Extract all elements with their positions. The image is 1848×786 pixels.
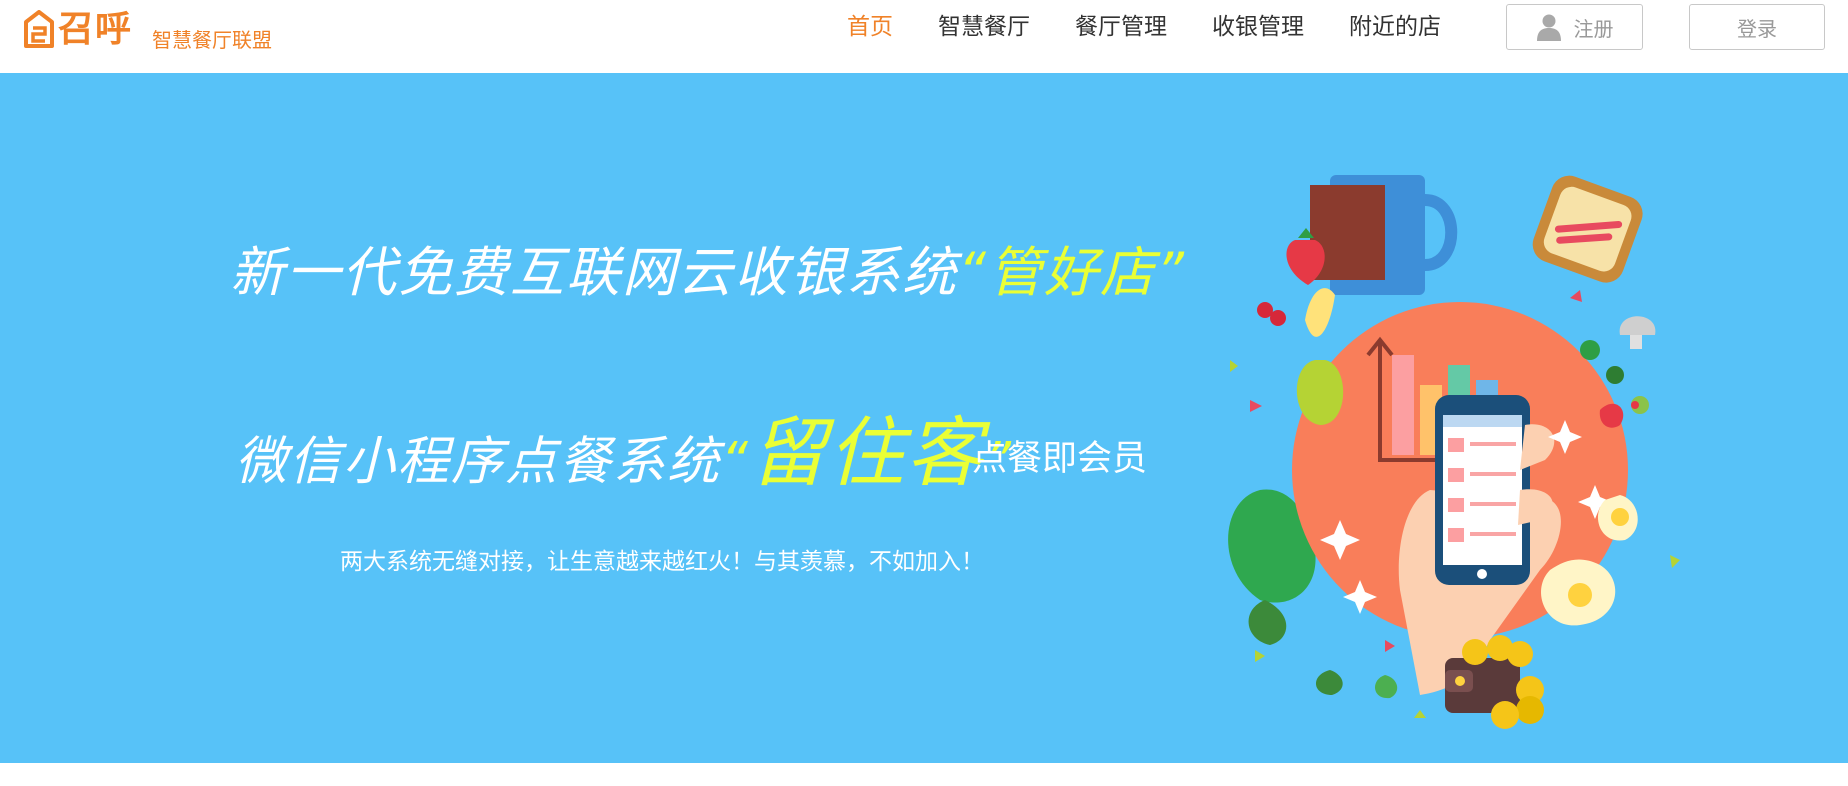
headline-cashier-text: 新一代免费互联网云收银系统 [230, 241, 958, 304]
headline-cashier-quote-open: “ [958, 241, 988, 304]
nav-item-smart-restaurant[interactable]: 智慧餐厅 [938, 12, 1030, 42]
headline-ordering-quote-open: “ [721, 432, 750, 492]
register-button[interactable]: 注册 [1506, 4, 1643, 50]
nav-item-cashier-management[interactable]: 收银管理 [1212, 12, 1304, 42]
hero-tagline: 两大系统无缝对接，让生意越来越红火！与其羡慕，不如加入！ [340, 549, 984, 575]
headline-ordering-text: 微信小程序点餐系统 [235, 432, 722, 492]
top-header: 召呼 智慧餐厅联盟 首页 智慧餐厅 餐厅管理 收银管理 附近的店 注册 登录 [0, 0, 1848, 73]
login-button[interactable]: 登录 [1689, 4, 1825, 50]
brand-name: 召呼 [58, 9, 133, 50]
hero-banner: 新一代免费互联网云收银系统“管好店” 微信小程序点餐系统“留住客” 点餐即会员 … [0, 73, 1848, 763]
login-label: 登录 [1737, 16, 1777, 41]
headline-cashier-highlight: 管好店 [987, 241, 1156, 304]
register-label: 注册 [1573, 16, 1614, 41]
headline-ordering: 微信小程序点餐系统“留住客” [235, 391, 1013, 501]
headline-ordering-suffix: 点餐即会员 [972, 439, 1148, 479]
brand-subtitle: 智慧餐厅联盟 [152, 28, 272, 52]
headline-cashier-quote-close: ” [1155, 241, 1186, 304]
headline-ordering-highlight: 留住客 [749, 408, 984, 497]
headline-cashier: 新一代免费互联网云收银系统“管好店” [230, 228, 1186, 307]
phone-ordering-illustration [1228, 175, 1680, 729]
nav-item-nearby-stores[interactable]: 附近的店 [1349, 12, 1441, 42]
logo-house-icon [24, 10, 54, 48]
main-nav: 首页 智慧餐厅 餐厅管理 收银管理 附近的店 [847, 12, 1486, 42]
nav-item-home[interactable]: 首页 [847, 12, 893, 42]
user-icon [1536, 14, 1561, 41]
nav-item-restaurant-management[interactable]: 餐厅管理 [1075, 12, 1167, 42]
brand-logo[interactable]: 召呼 [24, 8, 132, 52]
